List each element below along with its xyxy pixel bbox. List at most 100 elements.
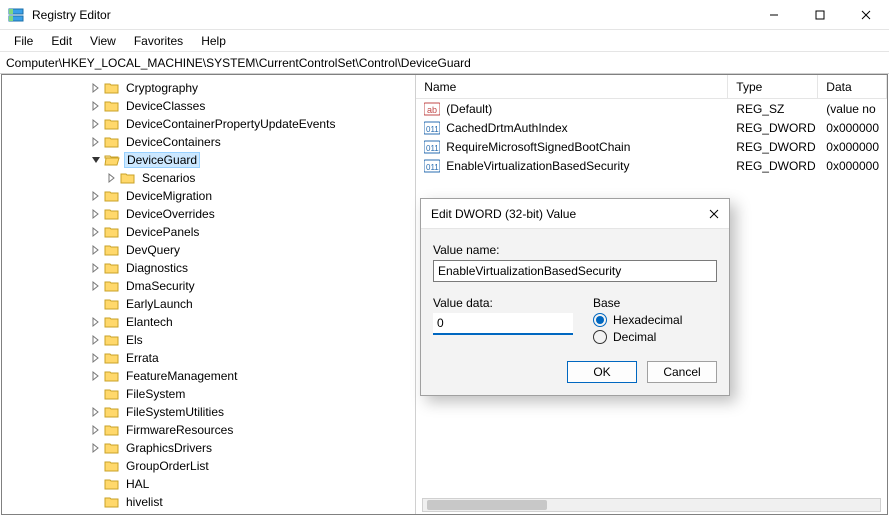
tree-item[interactable]: Elantech — [2, 313, 415, 331]
close-button[interactable] — [843, 0, 889, 29]
tree-item-label: GraphicsDrivers — [124, 441, 214, 455]
folder-icon — [104, 135, 120, 149]
tree-item-label: Errata — [124, 351, 161, 365]
tree-item-label: FeatureManagement — [124, 369, 239, 383]
menu-view[interactable]: View — [82, 32, 124, 50]
chevron-right-icon[interactable] — [90, 118, 102, 130]
tree-item[interactable]: DeviceMigration — [2, 187, 415, 205]
value-type: REG_DWORD — [728, 140, 818, 154]
chevron-right-icon[interactable] — [90, 262, 102, 274]
chevron-right-icon[interactable] — [106, 172, 118, 184]
menu-edit[interactable]: Edit — [43, 32, 80, 50]
chevron-right-icon[interactable] — [90, 280, 102, 292]
chevron-right-icon[interactable] — [90, 424, 102, 436]
value-name-input[interactable] — [433, 260, 717, 282]
tree-item[interactable]: DmaSecurity — [2, 277, 415, 295]
chevron-right-icon[interactable] — [90, 136, 102, 148]
chevron-down-icon[interactable] — [90, 154, 102, 166]
value-name: RequireMicrosoftSignedBootChain — [446, 140, 630, 154]
reg-string-icon — [424, 101, 440, 117]
chevron-right-icon[interactable] — [90, 442, 102, 454]
value-data: 0x000000 — [818, 121, 887, 135]
tree-item[interactable]: DevQuery — [2, 241, 415, 259]
chevron-right-icon[interactable] — [90, 82, 102, 94]
tree-item-label: DmaSecurity — [124, 279, 197, 293]
scrollbar-thumb[interactable] — [427, 500, 547, 510]
folder-icon — [104, 405, 120, 419]
tree-item[interactable]: Scenarios — [2, 169, 415, 187]
folder-icon — [104, 423, 120, 437]
tree-item[interactable]: HAL — [2, 475, 415, 493]
twisty-none — [90, 478, 102, 490]
tree-item-label: DevQuery — [124, 243, 182, 257]
tree-item[interactable]: GroupOrderList — [2, 457, 415, 475]
ok-button[interactable]: OK — [567, 361, 637, 383]
tree-item[interactable]: EarlyLaunch — [2, 295, 415, 313]
tree-item[interactable]: Diagnostics — [2, 259, 415, 277]
folder-icon — [104, 243, 120, 257]
value-data-input[interactable] — [433, 313, 573, 335]
radio-hexadecimal[interactable]: Hexadecimal — [593, 313, 717, 327]
tree-item[interactable]: FeatureManagement — [2, 367, 415, 385]
tree-item[interactable]: hivelist — [2, 493, 415, 511]
tree-item[interactable]: Errata — [2, 349, 415, 367]
tree-item[interactable]: DevicePanels — [2, 223, 415, 241]
folder-icon — [104, 351, 120, 365]
chevron-right-icon[interactable] — [90, 316, 102, 328]
tree-item[interactable]: DeviceGuard — [2, 151, 415, 169]
tree-item[interactable]: FileSystem — [2, 385, 415, 403]
tree-item[interactable]: DeviceContainers — [2, 133, 415, 151]
address-bar[interactable]: Computer\HKEY_LOCAL_MACHINE\SYSTEM\Curre… — [0, 52, 889, 74]
tree-item[interactable]: Cryptography — [2, 79, 415, 97]
menu-help[interactable]: Help — [193, 32, 234, 50]
tree-item[interactable]: Els — [2, 331, 415, 349]
regedit-icon — [8, 7, 24, 23]
tree-item-label: GroupOrderList — [124, 459, 211, 473]
list-header: Name Type Data — [416, 75, 887, 99]
chevron-right-icon[interactable] — [90, 352, 102, 364]
value-data: 0x000000 — [818, 159, 887, 173]
tree-item-label: DeviceContainerPropertyUpdateEvents — [124, 117, 337, 131]
list-row[interactable]: CachedDrtmAuthIndexREG_DWORD0x000000 — [416, 118, 887, 137]
tree-item[interactable]: FirmwareResources — [2, 421, 415, 439]
tree-item[interactable]: DeviceContainerPropertyUpdateEvents — [2, 115, 415, 133]
chevron-right-icon[interactable] — [90, 244, 102, 256]
list-row[interactable]: RequireMicrosoftSignedBootChain REG_DWORD… — [416, 137, 887, 156]
folder-icon — [104, 207, 120, 221]
tree-item[interactable]: GraphicsDrivers — [2, 439, 415, 457]
registry-tree[interactable]: CryptographyDeviceClasses DeviceContainer… — [2, 75, 416, 514]
chevron-right-icon[interactable] — [90, 334, 102, 346]
chevron-right-icon[interactable] — [90, 100, 102, 112]
minimize-button[interactable] — [751, 0, 797, 29]
tree-item[interactable]: FileSystemUtilities — [2, 403, 415, 421]
value-type: REG_SZ — [728, 102, 818, 116]
tree-item[interactable]: DeviceOverrides — [2, 205, 415, 223]
chevron-right-icon[interactable] — [90, 190, 102, 202]
tree-item-label: Els — [124, 333, 145, 347]
reg-dword-icon — [424, 158, 440, 174]
chevron-right-icon[interactable] — [90, 370, 102, 382]
tree-item-label: Diagnostics — [124, 261, 190, 275]
column-name[interactable]: Name — [416, 75, 728, 98]
chevron-right-icon[interactable] — [90, 208, 102, 220]
chevron-right-icon[interactable] — [90, 406, 102, 418]
folder-icon — [104, 99, 120, 113]
list-row[interactable]: EnableVirtualizationBasedSecurityREG_DWO… — [416, 156, 887, 175]
tree-item-label: HAL — [124, 477, 151, 491]
list-row[interactable]: (Default)REG_SZ(value no — [416, 99, 887, 118]
menu-file[interactable]: File — [6, 32, 41, 50]
dialog-close-button[interactable] — [709, 209, 719, 219]
column-type[interactable]: Type — [728, 75, 818, 98]
tree-item-label: DeviceGuard — [124, 152, 200, 168]
radio-hex-icon — [593, 313, 607, 327]
column-data[interactable]: Data — [818, 75, 887, 98]
horizontal-scrollbar[interactable] — [422, 498, 881, 512]
maximize-button[interactable] — [797, 0, 843, 29]
tree-item[interactable]: DeviceClasses — [2, 97, 415, 115]
radio-decimal[interactable]: Decimal — [593, 330, 717, 344]
window-titlebar: Registry Editor — [0, 0, 889, 30]
cancel-button[interactable]: Cancel — [647, 361, 717, 383]
menu-favorites[interactable]: Favorites — [126, 32, 191, 50]
chevron-right-icon[interactable] — [90, 226, 102, 238]
folder-icon — [104, 495, 120, 509]
